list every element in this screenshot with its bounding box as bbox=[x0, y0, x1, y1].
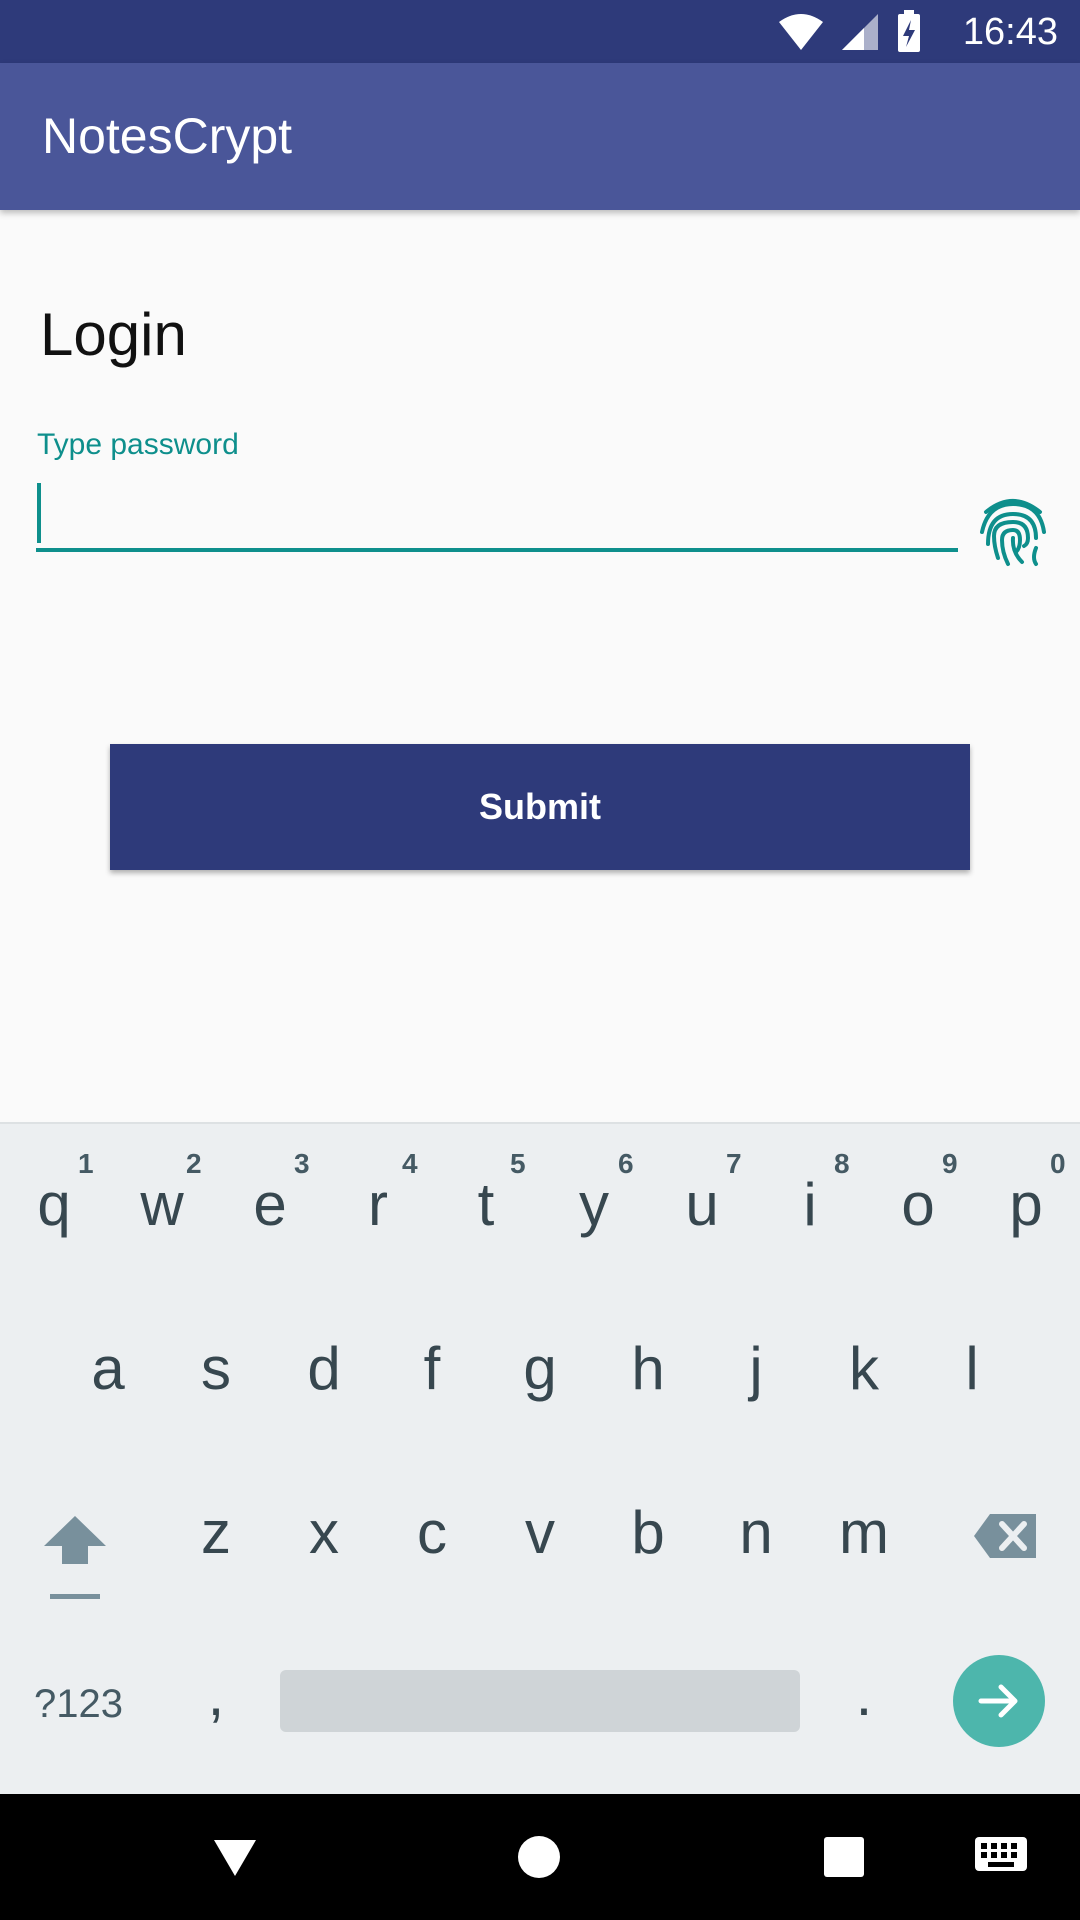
status-bar: 16:43 bbox=[0, 0, 1080, 63]
key-m[interactable]: m bbox=[810, 1498, 918, 1567]
key-r[interactable]: r bbox=[324, 1170, 432, 1239]
shift-icon[interactable] bbox=[42, 1512, 108, 1600]
key-f[interactable]: f bbox=[378, 1334, 486, 1403]
key-e[interactable]: e bbox=[216, 1170, 324, 1239]
key-n[interactable]: n bbox=[702, 1498, 810, 1567]
submit-button[interactable]: Submit bbox=[110, 744, 970, 870]
space-bar[interactable] bbox=[280, 1670, 800, 1732]
key-period[interactable]: . bbox=[810, 1660, 918, 1729]
key-h[interactable]: h bbox=[594, 1334, 702, 1403]
status-time: 16:43 bbox=[962, 11, 1058, 53]
home-icon[interactable] bbox=[518, 1836, 560, 1878]
key-comma[interactable]: , bbox=[162, 1660, 270, 1729]
key-s[interactable]: s bbox=[162, 1334, 270, 1403]
key-b[interactable]: b bbox=[594, 1498, 702, 1567]
enter-button[interactable] bbox=[953, 1655, 1045, 1747]
status-icons bbox=[778, 10, 922, 54]
app-title: NotesCrypt bbox=[42, 108, 293, 164]
fingerprint-icon[interactable] bbox=[978, 492, 1048, 568]
nav-bar bbox=[0, 1794, 1080, 1920]
key-c[interactable]: c bbox=[378, 1498, 486, 1567]
key-x[interactable]: x bbox=[270, 1498, 378, 1567]
key-p[interactable]: p bbox=[972, 1170, 1080, 1239]
key-o[interactable]: o bbox=[864, 1170, 972, 1239]
enter-arrow-icon bbox=[978, 1684, 1018, 1718]
symbols-key[interactable]: ?123 bbox=[34, 1682, 123, 1727]
key-d[interactable]: d bbox=[270, 1334, 378, 1403]
key-z[interactable]: z bbox=[162, 1498, 270, 1567]
app-bar: NotesCrypt bbox=[0, 63, 1080, 210]
back-icon[interactable] bbox=[212, 1838, 258, 1878]
key-w[interactable]: w bbox=[108, 1170, 216, 1239]
key-y[interactable]: y bbox=[540, 1170, 648, 1239]
text-caret bbox=[37, 483, 41, 543]
password-input[interactable] bbox=[36, 478, 958, 552]
key-l[interactable]: l bbox=[918, 1334, 1026, 1403]
signal-icon bbox=[842, 14, 878, 50]
soft-keyboard: 1 2 3 4 5 6 7 8 9 0 q w e r t y u i o p … bbox=[0, 1122, 1080, 1796]
page-title: Login bbox=[40, 301, 187, 368]
wifi-icon bbox=[779, 14, 823, 50]
battery-charging-icon bbox=[898, 10, 920, 52]
keyboard-icon[interactable] bbox=[974, 1836, 1028, 1876]
key-i[interactable]: i bbox=[756, 1170, 864, 1239]
key-u[interactable]: u bbox=[648, 1170, 756, 1239]
key-t[interactable]: t bbox=[432, 1170, 540, 1239]
key-j[interactable]: j bbox=[702, 1334, 810, 1403]
key-v[interactable]: v bbox=[486, 1498, 594, 1567]
backspace-icon[interactable] bbox=[972, 1512, 1038, 1560]
password-label: Type password bbox=[37, 428, 239, 461]
key-k[interactable]: k bbox=[810, 1334, 918, 1403]
key-g[interactable]: g bbox=[486, 1334, 594, 1403]
key-q[interactable]: q bbox=[0, 1170, 108, 1239]
recents-icon[interactable] bbox=[824, 1837, 864, 1877]
key-a[interactable]: a bbox=[54, 1334, 162, 1403]
